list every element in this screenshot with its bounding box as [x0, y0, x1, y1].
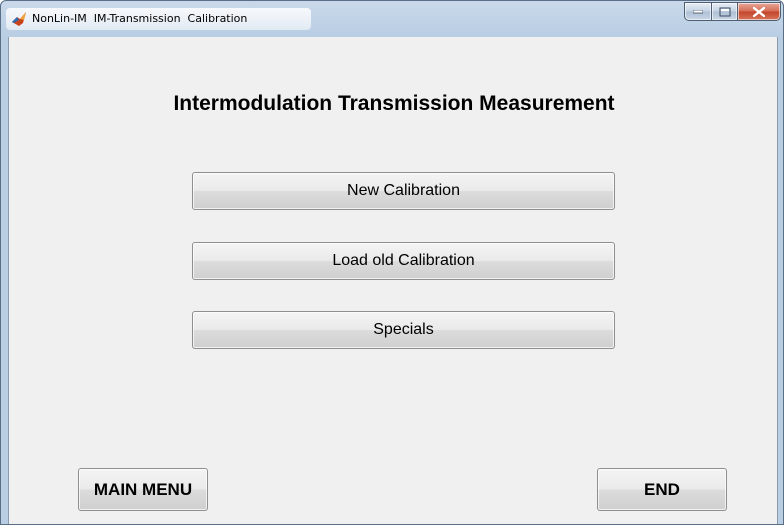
close-icon: [753, 6, 765, 17]
minimize-button[interactable]: [684, 2, 712, 21]
application-window: NonLin-IM IM-Transmission Calibration In…: [0, 0, 784, 525]
title-bar[interactable]: NonLin-IM IM-Transmission Calibration: [1, 1, 783, 37]
client-area: Intermodulation Transmission Measurement…: [8, 37, 778, 524]
maximize-button[interactable]: [711, 2, 738, 21]
new-calibration-button[interactable]: New Calibration: [192, 172, 615, 210]
window-title: NonLin-IM IM-Transmission Calibration: [32, 12, 248, 25]
close-button[interactable]: [737, 2, 781, 21]
main-menu-button[interactable]: MAIN MENU: [78, 468, 208, 511]
minimize-icon: [693, 9, 703, 13]
maximize-icon: [719, 7, 730, 16]
matlab-icon: [12, 12, 26, 26]
load-old-calibration-button[interactable]: Load old Calibration: [192, 242, 615, 280]
page-title: Intermodulation Transmission Measurement: [173, 92, 615, 115]
specials-button[interactable]: Specials: [192, 311, 615, 349]
end-button[interactable]: END: [597, 468, 727, 511]
